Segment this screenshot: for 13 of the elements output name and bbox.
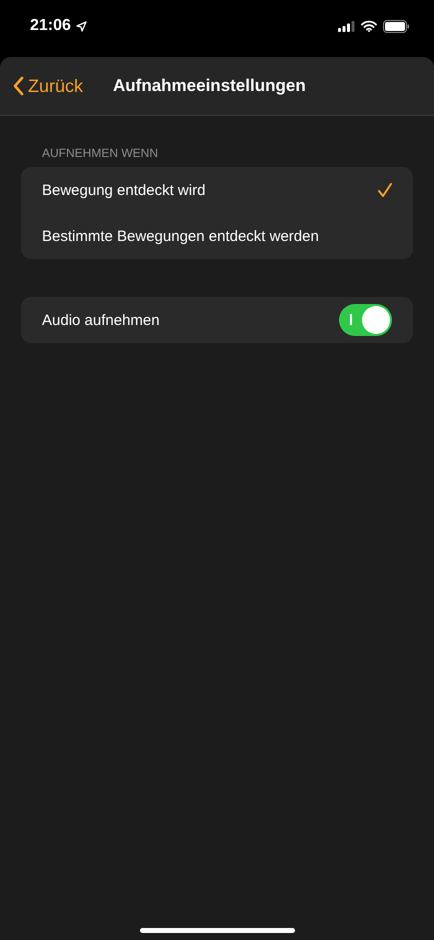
wifi-icon [361, 20, 377, 32]
location-icon [76, 20, 87, 32]
signal-icon [338, 20, 355, 32]
section-header: AUFNEHMEN WENN [41, 146, 159, 160]
back-button[interactable]: Zurück [12, 76, 84, 96]
audio-label: Audio aufnehmen [42, 312, 160, 328]
option-item[interactable]: Bewegung entdeckt wird [21, 167, 413, 213]
option-item[interactable]: Bestimmte Bewegungen entdeckt werden [21, 213, 413, 259]
battery-icon [383, 20, 410, 32]
audio-toggle[interactable] [339, 304, 392, 336]
screen-title: Aufnahmeeinstellungen [113, 76, 306, 96]
status-time: 21:06 [30, 17, 71, 35]
chevron-left-icon [12, 76, 24, 96]
